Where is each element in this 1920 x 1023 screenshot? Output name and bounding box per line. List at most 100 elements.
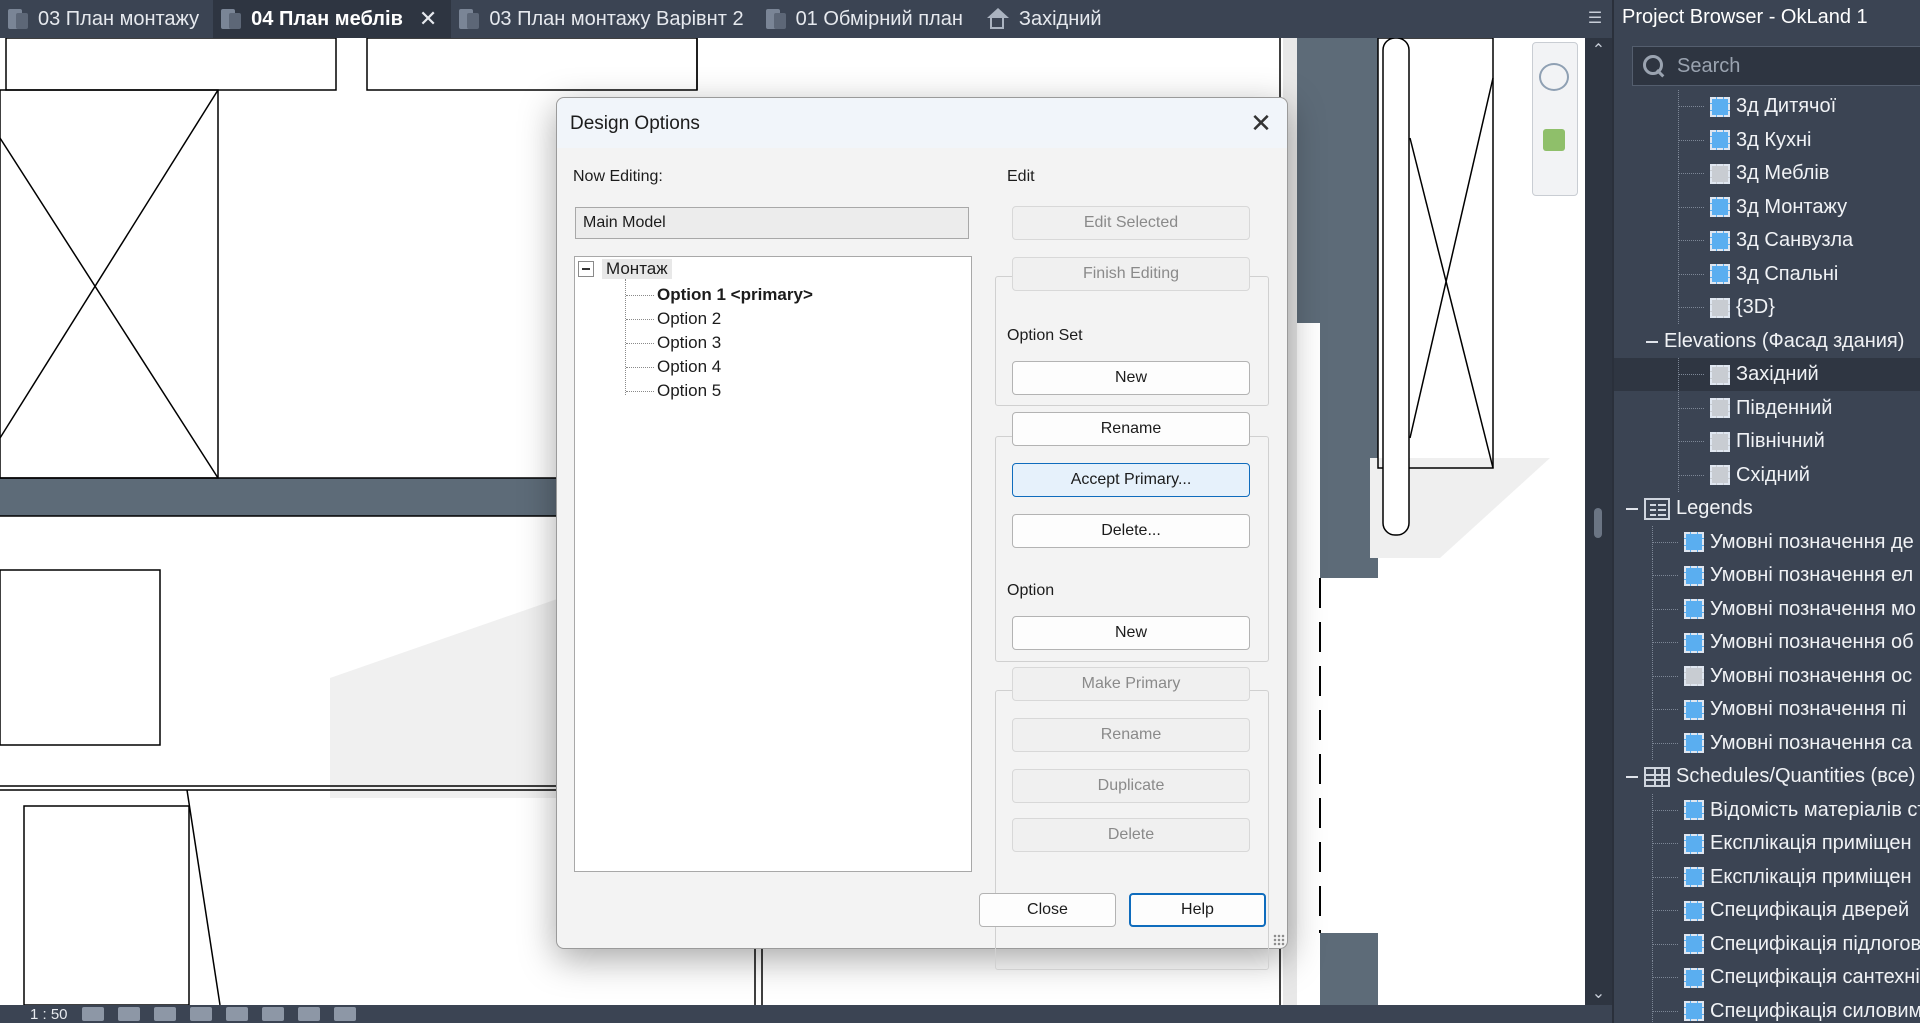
collapse-toggle-icon[interactable] [578,261,594,277]
temporary-hide-icon[interactable] [297,1007,320,1021]
close-tab-icon[interactable]: ✕ [419,6,437,32]
view-icon [1684,1001,1704,1021]
browser-item[interactable]: Умовні позначення об [1614,626,1920,659]
browser-item[interactable]: Умовні позначення ел [1614,559,1920,592]
browser-item[interactable]: Умовні позначення мо [1614,592,1920,626]
edit-selected-button[interactable]: Edit Selected [1012,206,1250,240]
scroll-down-icon[interactable]: ⌄ [1585,983,1612,1003]
view-icon [1710,297,1730,318]
browser-item[interactable]: Специфікація сантехні [1614,961,1920,994]
browser-item[interactable]: Умовні позначення ос [1614,659,1920,693]
tree-option-5[interactable]: Option 5 [626,381,721,401]
view-scale[interactable]: 1 : 50 [30,1006,68,1023]
browser-item[interactable]: Західний [1614,358,1920,391]
design-options-tree[interactable]: Монтаж Option 1 <primary> Option 2 Optio… [574,256,972,872]
browser-item-label: 3д Спальні [1736,262,1839,285]
view-icon [1710,431,1730,452]
visual-style-icon[interactable] [117,1007,140,1021]
browser-item-label: Специфікація дверей [1710,899,1910,921]
detail-level-icon[interactable] [81,1007,104,1021]
browser-item[interactable]: Експлікація приміщен [1614,860,1920,894]
collapse-icon[interactable] [1626,776,1638,778]
resize-grip-icon[interactable] [1273,934,1285,946]
tab-03-plan-montazhu[interactable]: 03 План монтажу [0,0,213,38]
browser-item[interactable]: 3д Меблів [1614,157,1920,190]
legend-icon [1644,497,1670,520]
steering-wheel-icon[interactable] [1539,63,1569,91]
dialog-title-bar[interactable]: Design Options ✕ [557,98,1287,148]
browser-item[interactable]: Умовні позначення пі [1614,693,1920,726]
browser-item[interactable]: Експлікація приміщен [1614,827,1920,860]
tree-option-4[interactable]: Option 4 [626,357,721,377]
browser-item[interactable]: Південний [1614,391,1920,425]
browser-item-label: Умовні позначення пі [1710,698,1907,720]
help-button[interactable]: Help [1129,893,1266,927]
option-label: Option 2 [657,309,722,328]
elevation-home-icon [985,8,1009,30]
browser-item[interactable]: Schedules/Quantities (все) [1614,760,1920,793]
collapse-icon[interactable] [1646,340,1658,343]
browser-item[interactable]: Специфікація дверей [1614,894,1920,927]
tab-01-obmirnyi-plan[interactable]: 01 Обмірний план [758,0,977,38]
scroll-thumb[interactable] [1594,508,1602,538]
finish-editing-button[interactable]: Finish Editing [1012,257,1250,291]
tree-option-2[interactable]: Option 2 [626,309,721,329]
browser-item[interactable]: Північний [1614,425,1920,458]
browser-item-label: Умовні позначення ел [1710,564,1914,586]
shadows-icon[interactable] [189,1007,212,1021]
view-icon [1710,230,1730,251]
accept-primary-button[interactable]: Accept Primary... [1012,463,1250,497]
tab-zakhidnyi[interactable]: Західний [977,0,1116,38]
browser-item[interactable]: 3д Спальні [1614,257,1920,291]
collapse-icon[interactable] [1626,508,1638,510]
option-set-rename-button[interactable]: Rename [1012,412,1250,446]
project-browser-search-input[interactable]: Search [1632,46,1920,86]
view-icon [1684,632,1704,653]
tab-list-menu-icon[interactable]: ☰ [1584,8,1606,30]
browser-item[interactable]: Східний [1614,458,1920,492]
duplicate-button[interactable]: Duplicate [1012,769,1250,803]
browser-item[interactable]: Elevations (Фасад здания) [1614,325,1920,358]
reveal-hidden-icon[interactable] [333,1007,356,1021]
make-primary-button[interactable]: Make Primary [1012,667,1250,701]
option-set-new-button[interactable]: New [1012,361,1250,395]
browser-item-label: Elevations (Фасад здания) [1664,329,1905,352]
tree-option-3[interactable]: Option 3 [626,333,721,353]
scroll-up-icon[interactable]: ⌃ [1585,40,1612,60]
show-crop-region-icon[interactable] [261,1007,284,1021]
option-set-delete-button[interactable]: Delete... [1012,514,1250,548]
navigation-bar[interactable] [1532,42,1578,196]
tab-04-plan-mebliv[interactable]: 04 План меблів ✕ [213,0,452,38]
browser-item[interactable]: Умовні позначення де [1614,525,1920,559]
view-plan-icon [8,8,28,30]
browser-item[interactable]: {3D} [1614,291,1920,324]
dialog-close-icon[interactable]: ✕ [1245,107,1277,139]
option-rename-button[interactable]: Rename [1012,718,1250,752]
browser-item-label: Південний [1736,396,1833,419]
browser-item[interactable]: 3д Монтажу [1614,190,1920,224]
browser-item[interactable]: 3д Дитячої [1614,90,1920,123]
crop-view-icon[interactable] [225,1007,248,1021]
view-icon [1710,465,1730,485]
browser-item[interactable]: Специфікація підлогов [1614,927,1920,961]
browser-item[interactable]: 3д Санвузла [1614,224,1920,257]
tab-03-plan-montazhu-variant-2[interactable]: 03 План монтажу Варівнт 2 [451,0,757,38]
option-set-node[interactable]: Монтаж [578,259,672,279]
option-new-button[interactable]: New [1012,616,1250,650]
browser-item[interactable]: Умовні позначення са [1614,726,1920,760]
tree-option-1[interactable]: Option 1 <primary> [626,285,813,305]
view-icon [1684,699,1704,720]
option-delete-button[interactable]: Delete [1012,818,1250,852]
tab-label: 03 План монтажу Варівнт 2 [489,7,744,30]
browser-item-label: Умовні позначення са [1710,731,1913,754]
browser-item[interactable]: Специфікація силовим [1614,994,1920,1023]
browser-item[interactable]: 3д Кухні [1614,123,1920,157]
canvas-vertical-scrollbar[interactable]: ⌃ ⌄ [1585,38,1612,1005]
sun-path-icon[interactable] [153,1007,176,1021]
view-icon [1684,967,1704,988]
zoom-region-icon[interactable] [1543,129,1565,151]
browser-item[interactable]: Legends [1614,492,1920,525]
close-button[interactable]: Close [979,893,1116,927]
browser-item[interactable]: Відомість матеріалів ст [1614,793,1920,827]
view-icon [1710,398,1730,418]
